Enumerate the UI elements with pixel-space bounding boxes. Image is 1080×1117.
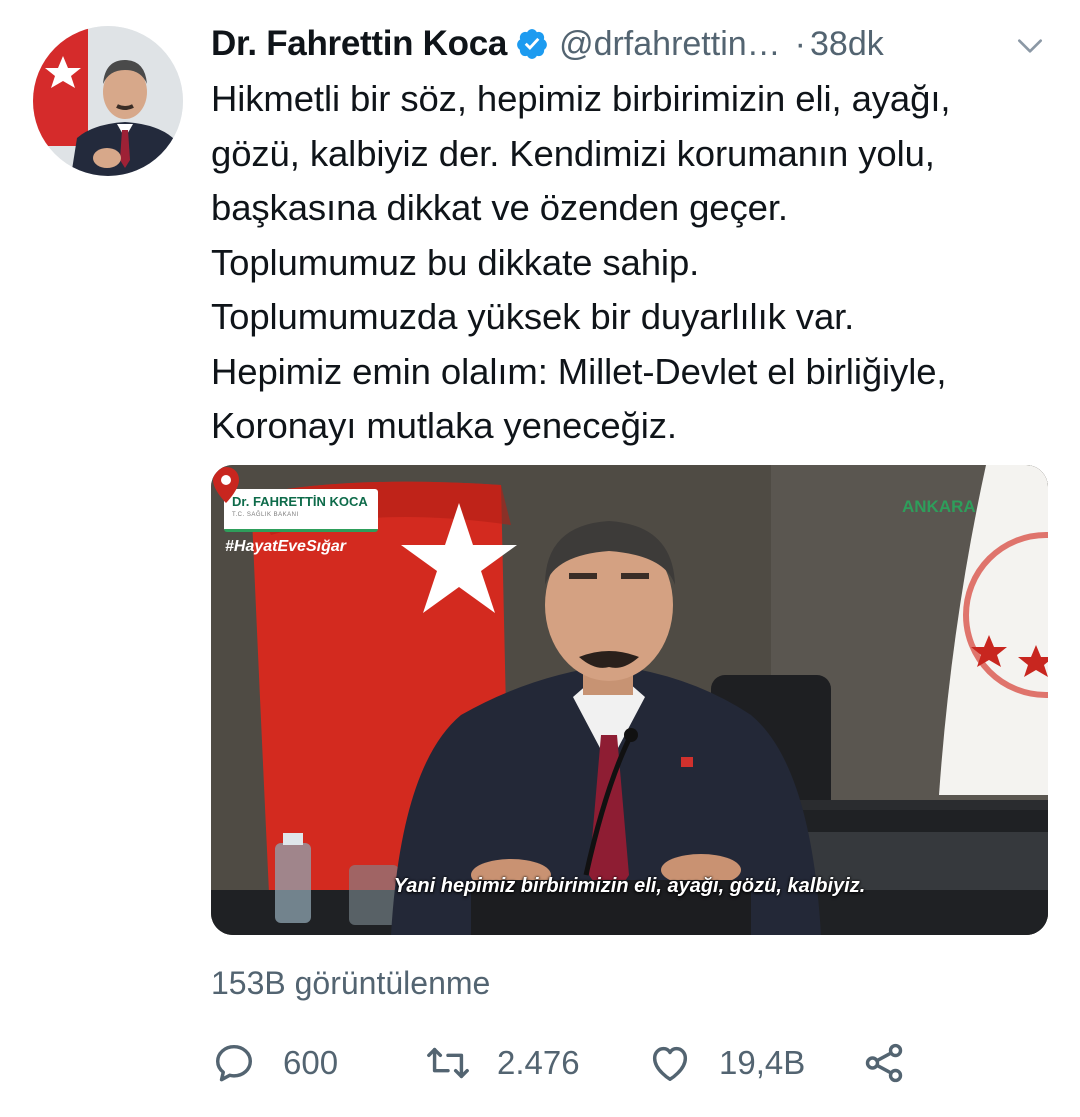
share-icon [865,1043,903,1083]
tweet[interactable]: Dr. Fahrettin Koca @drfahrettin… · 38dk … [0,0,1080,1117]
share-button[interactable] [861,1035,907,1091]
chevron-down-icon[interactable] [1014,30,1046,62]
author-name[interactable]: Dr. Fahrettin Koca [211,24,507,64]
reply-button[interactable]: 600 [211,1035,338,1091]
heart-icon [652,1046,688,1082]
author-handle[interactable]: @drfahrettin… [559,25,781,64]
lower-third-name: Dr. FAHRETTİN KOCA [232,494,368,509]
action-bar: 600 2.476 19,4B [211,1035,1071,1091]
reply-icon [215,1044,253,1082]
video-frame [211,465,1048,935]
lower-third: Dr. FAHRETTİN KOCA T.C. SAĞLIK BAKANI [224,489,378,532]
video-subtitle: Yani hepimiz birbirimizin eli, ayağı, gö… [393,875,866,897]
tweet-timestamp[interactable]: 38dk [810,25,884,64]
tweet-header: Dr. Fahrettin Koca @drfahrettin… · 38dk [211,20,1060,68]
reply-count: 600 [283,1044,339,1081]
retweet-count: 2.476 [497,1044,580,1081]
video-hashtag: #HayatEveSığar [225,538,346,555]
like-count: 19,4B [719,1044,806,1081]
tweet-video[interactable]: Dr. FAHRETTİN KOCA T.C. SAĞLIK BAKANI #H… [211,465,1048,935]
retweet-icon [427,1047,469,1079]
avatar[interactable] [33,26,183,176]
separator-dot: · [794,24,806,63]
retweet-button[interactable]: 2.476 [425,1035,580,1091]
view-count[interactable]: 153B görüntülenme [211,965,490,1002]
lower-third-title: T.C. SAĞLIK BAKANI [232,512,299,518]
location-label: ANKARA [902,497,976,516]
tweet-text: Hikmetli bir söz, hepimiz birbirimizin e… [211,78,951,446]
like-button[interactable]: 19,4B [647,1035,805,1091]
verified-badge-icon [517,29,547,59]
location-pin-icon [213,467,239,503]
